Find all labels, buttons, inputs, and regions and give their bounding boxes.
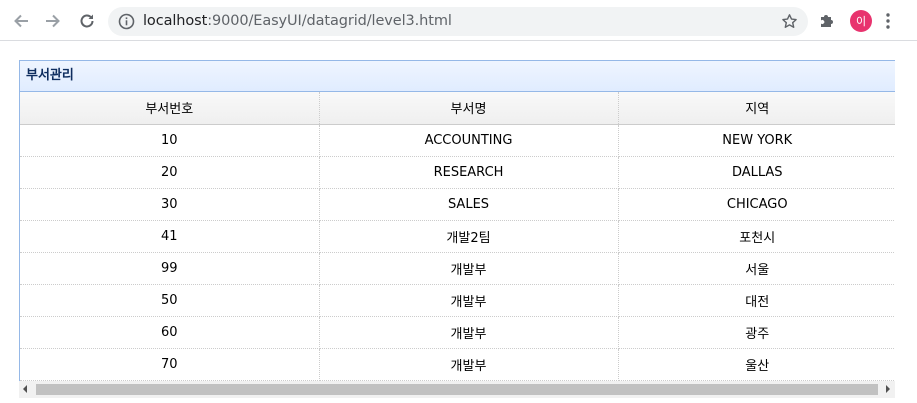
cell-dname: RESEARCH [319,156,619,189]
cell-loc: 대전 [618,284,895,317]
cell-loc: 포천시 [618,220,895,253]
cell-dname: 개발부 [319,252,619,285]
arrow-left-icon [14,14,28,28]
reload-icon [80,14,94,28]
cell-dname: 개발부 [319,316,619,349]
header-row: 부서번호 부서명 지역 [20,92,895,125]
datagrid-panel: 부서관리 부서번호 부서명 지역 10 ACCOUNTING NEW YORK … [19,60,895,398]
cell-loc: CHICAGO [618,188,895,221]
arrow-right-icon [46,14,60,28]
cell-dname: 개발부 [319,284,619,317]
cell-dname: 개발부 [319,348,619,381]
url-text: localhost:9000/EasyUI/datagrid/level3.ht… [143,7,452,36]
cell-deptno: 20 [20,156,320,189]
datagrid-table: 부서번호 부서명 지역 10 ACCOUNTING NEW YORK 20 RE… [20,92,895,381]
panel-title: 부서관리 [20,61,895,92]
table-row[interactable]: 60 개발부 광주 [20,316,895,349]
back-button[interactable] [8,8,34,34]
table-row[interactable]: 50 개발부 대전 [20,284,895,317]
extensions-puzzle-icon[interactable] [818,11,837,34]
site-info-icon[interactable] [118,13,135,34]
cell-deptno: 60 [20,316,320,349]
column-header-deptno[interactable]: 부서번호 [20,92,320,125]
cell-loc: 서울 [618,252,895,285]
table-row[interactable]: 20 RESEARCH DALLAS [20,156,895,189]
scrollbar-thumb[interactable] [36,384,878,395]
url-path: :9000/EasyUI/datagrid/level3.html [207,13,452,29]
cell-deptno: 70 [20,348,320,381]
table-row[interactable]: 99 개발부 서울 [20,252,895,285]
cell-loc: DALLAS [618,156,895,189]
column-header-loc[interactable]: 지역 [618,92,895,125]
column-header-dname[interactable]: 부서명 [319,92,619,125]
table-row[interactable]: 70 개발부 울산 [20,348,895,381]
table-row[interactable]: 10 ACCOUNTING NEW YORK [20,124,895,157]
address-bar[interactable]: localhost:9000/EasyUI/datagrid/level3.ht… [108,7,808,36]
browser-toolbar: localhost:9000/EasyUI/datagrid/level3.ht… [0,0,917,41]
cell-dname: ACCOUNTING [319,124,619,157]
cell-deptno: 30 [20,188,320,221]
cell-dname: SALES [319,188,619,221]
cell-dname: 개발2팀 [319,220,619,253]
profile-avatar[interactable]: 이 [850,10,872,32]
bookmark-star-icon[interactable] [781,13,798,34]
cell-deptno: 50 [20,284,320,317]
kebab-menu-icon[interactable] [885,12,891,34]
cell-deptno: 41 [20,220,320,253]
cell-deptno: 99 [20,252,320,285]
cell-deptno: 10 [20,124,320,157]
forward-button[interactable] [40,8,66,34]
table-row[interactable]: 30 SALES CHICAGO [20,188,895,221]
scroll-right-arrow-icon[interactable] [886,385,890,393]
scroll-left-arrow-icon[interactable] [23,385,27,393]
table-row[interactable]: 41 개발2팀 포천시 [20,220,895,253]
cell-loc: NEW YORK [618,124,895,157]
url-host: localhost [143,13,208,29]
horizontal-scrollbar[interactable] [19,381,895,398]
reload-button[interactable] [74,8,100,34]
cell-loc: 울산 [618,348,895,381]
cell-loc: 광주 [618,316,895,349]
